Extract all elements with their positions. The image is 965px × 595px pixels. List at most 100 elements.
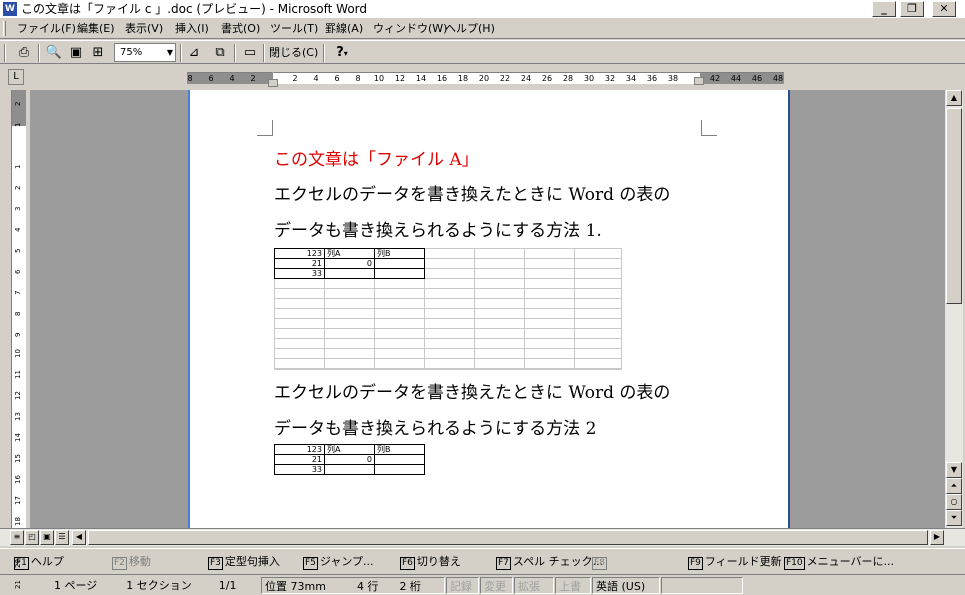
fkey-f6[interactable]: F6 切り替え (400, 554, 461, 570)
right-indent-marker[interactable] (694, 77, 704, 85)
status-extend[interactable]: 拡張 (514, 577, 554, 594)
menu-file[interactable]: ファイル(F) (14, 20, 79, 37)
ruler-row: L 8 6 4 2 2 4 6 8 10 12 14 16 18 20 22 24 26 28 30 32 34 36 38… (0, 65, 965, 89)
one-page-icon[interactable]: ▣ (66, 44, 86, 62)
close-window-button[interactable]: ✕ (932, 1, 956, 17)
multiple-pages-icon[interactable]: ⊞ (88, 44, 108, 62)
scroll-right-button[interactable]: ▶ (930, 530, 944, 545)
table-cell[interactable] (324, 464, 375, 475)
restore-button[interactable]: ❐ (900, 1, 924, 17)
menu-edit[interactable]: 編集(E) (74, 20, 118, 37)
table-cell[interactable]: 21 (274, 454, 325, 465)
ruler-tick-label: 12 (394, 74, 406, 83)
status-overtype[interactable]: 上書 (555, 577, 591, 594)
toolbar-separator (234, 44, 236, 62)
scroll-left-button[interactable]: ◀ (72, 530, 86, 545)
table-cell[interactable]: 0 (324, 258, 375, 269)
table-cell[interactable]: 21 (274, 258, 325, 269)
menu-insert[interactable]: 挿入(I) (172, 20, 212, 37)
fkey-f3[interactable]: F3 定型句挿入 (208, 554, 280, 570)
print-layout-icon[interactable]: ▣ (40, 530, 54, 545)
shrink-to-fit-icon[interactable]: ⧉ (210, 44, 230, 62)
menu-help[interactable]: ヘルプ(H) (442, 20, 498, 37)
table-cell[interactable] (374, 454, 425, 465)
table-cell[interactable]: 33 (274, 268, 325, 279)
full-screen-icon[interactable]: ▭ (240, 44, 260, 62)
word-app-icon[interactable]: W (3, 2, 17, 16)
fkey-label: F2 (112, 557, 127, 570)
horizontal-ruler[interactable]: 8 6 4 2 2 4 6 8 10 12 14 16 18 20 22 24 26 28 30 32 34 36 38 42… (187, 67, 784, 87)
vertical-ruler-tick-label: 18 (14, 517, 22, 526)
fkey-f2[interactable]: F2 移動 (112, 554, 151, 570)
table-cell[interactable]: 列A (324, 444, 375, 455)
tab-selector[interactable]: L (8, 69, 24, 85)
vertical-ruler[interactable]: 21123456789101112131415161718192021 (11, 90, 26, 589)
print-icon[interactable]: ⎙ (14, 44, 34, 62)
view-ruler-icon[interactable]: ⊿ (184, 44, 204, 62)
horizontal-scroll-row: ≡ ◰ ▣ ☰ ◀ ▶ (0, 528, 965, 546)
menu-format[interactable]: 書式(O) (218, 20, 263, 37)
left-indent-marker[interactable] (268, 79, 278, 87)
minimize-button[interactable]: _ (872, 1, 896, 17)
chevron-down-icon[interactable]: ▼ (167, 44, 173, 61)
table-cell[interactable]: 列B (374, 444, 425, 455)
close-preview-button[interactable]: 閉じる(C) (267, 44, 320, 62)
menu-table[interactable]: 罫線(A) (322, 20, 366, 37)
outline-view-icon[interactable]: ☰ (55, 530, 69, 545)
menu-view[interactable]: 表示(V) (122, 20, 166, 37)
status-record[interactable]: 記録 (446, 577, 479, 594)
preview-toolbar: ⎙ 🔍 ▣ ⊞ 75% ▼ ⊿ ⧉ ▭ 閉じる(C) ?▾ (0, 40, 965, 64)
paragraph-2-line-2: データも書き換えられるようにする方法 2 (274, 419, 597, 439)
table-cell[interactable]: 列B (374, 248, 425, 259)
fkey-f8[interactable]: F8 (592, 554, 609, 570)
table-cell[interactable]: 123 (274, 248, 325, 259)
table-cell[interactable]: 123 (274, 444, 325, 455)
browse-object-button[interactable]: ○ (946, 494, 962, 510)
zoom-select[interactable]: 75% ▼ (114, 43, 176, 62)
status-track-changes[interactable]: 変更 (480, 577, 513, 594)
horizontal-scroll-thumb[interactable] (88, 530, 928, 545)
magnifier-icon[interactable]: 🔍 (44, 44, 64, 62)
table-cell[interactable]: 33 (274, 464, 325, 475)
table-cell[interactable]: 列A (324, 248, 375, 259)
ruler-tick-label: 46 (751, 74, 763, 83)
fkey-f1[interactable]: F1 ヘルプ (14, 554, 64, 570)
normal-view-icon[interactable]: ≡ (10, 530, 24, 545)
table-cell[interactable] (374, 268, 425, 279)
menu-window[interactable]: ウィンドウ(W) (370, 20, 450, 37)
fkey-f10[interactable]: F10 メニューバーに... (784, 554, 894, 570)
table-cell[interactable]: 0 (324, 454, 375, 465)
embedded-table-2[interactable]: 123 列A 列B 21 0 33 (274, 444, 425, 475)
table-cell[interactable] (324, 268, 375, 279)
function-key-bar: F1 ヘルプ F2 移動 F3 定型句挿入 F5 ジャンプ... F6 切り替え F7 スペ… (0, 548, 965, 572)
ruler-tick-label: 4 (229, 74, 235, 83)
vertical-ruler-tick-label: 11 (14, 370, 22, 379)
scroll-thumb[interactable] (946, 108, 962, 304)
embedded-table-1[interactable]: 123 列A 列B 21 0 33 (274, 248, 425, 279)
menu-tools[interactable]: ツール(T) (267, 20, 321, 37)
table-cell[interactable] (374, 258, 425, 269)
vertical-ruler-tick-label: 2 (14, 101, 22, 106)
page[interactable]: この文章は「ファイル A」 エクセルのデータを書き換えたときに Word の表の… (188, 90, 790, 528)
status-language[interactable]: 英語 (US) (592, 577, 660, 594)
scroll-up-button[interactable]: ▲ (946, 90, 962, 106)
vertical-ruler-tick-label: 13 (14, 412, 22, 421)
document-area[interactable]: この文章は「ファイル A」 エクセルのデータを書き換えたときに Word の表の… (30, 90, 945, 528)
fkey-f7[interactable]: F7 スペル チェック... (496, 554, 603, 570)
first-indent-marker[interactable] (268, 67, 278, 73)
fkey-f9[interactable]: F9 フィールド更新 (688, 554, 782, 570)
menu-grip[interactable] (3, 21, 6, 36)
next-page-button[interactable]: ⏷ (946, 510, 962, 526)
previous-page-button[interactable]: ⏶ (946, 478, 962, 494)
fkey-text: ジャンプ... (319, 555, 374, 568)
table-row: 21 0 (274, 454, 425, 465)
status-spell-panel (661, 577, 743, 594)
crop-mark-top-left (257, 120, 273, 136)
web-layout-icon[interactable]: ◰ (25, 530, 39, 545)
context-help-icon[interactable]: ?▾ (327, 44, 357, 62)
fkey-f5[interactable]: F5 ジャンプ... (303, 554, 374, 570)
scroll-down-button[interactable]: ▼ (946, 462, 962, 478)
vertical-scrollbar[interactable]: ▲ ▼ ⏶ ○ ⏷ (945, 90, 963, 528)
vertical-ruler-tick-label: 2 (14, 185, 22, 190)
table-cell[interactable] (374, 464, 425, 475)
